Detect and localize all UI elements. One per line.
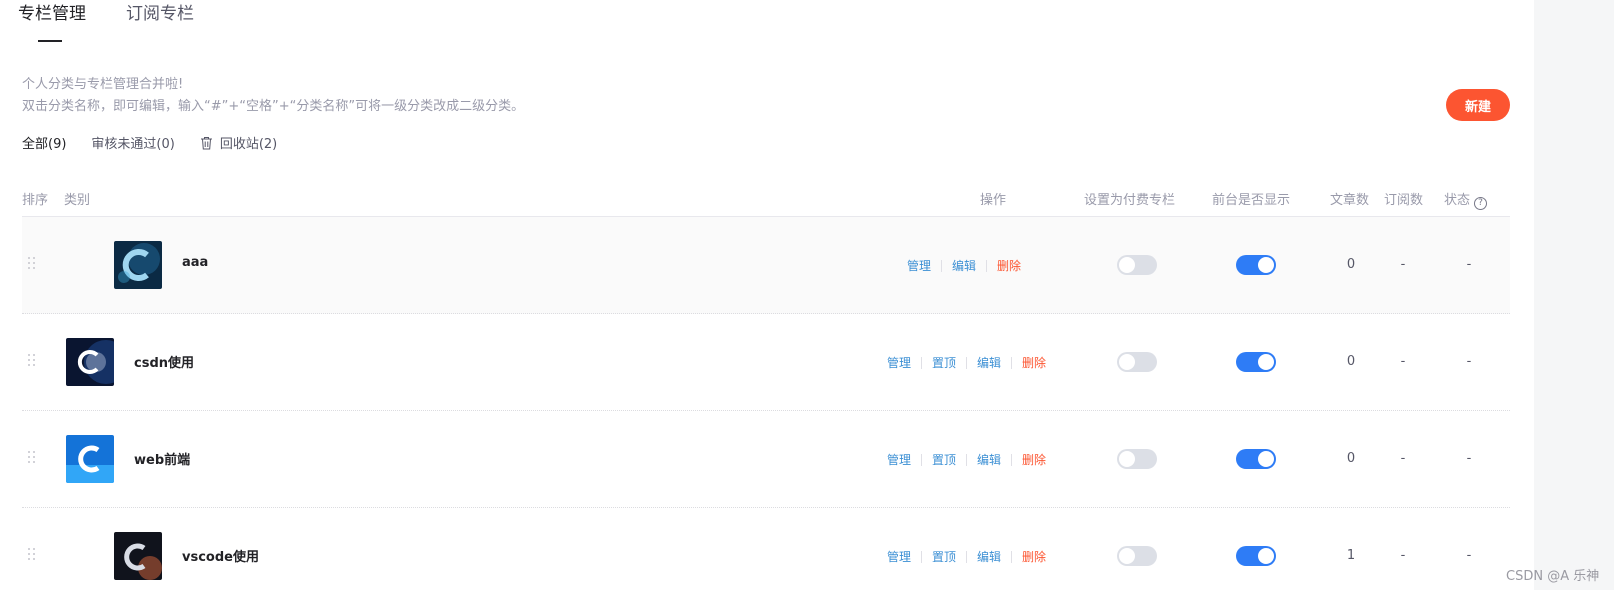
col-status: 状态? [1444, 189, 1488, 210]
filter-bar: 全部(9) 审核未通过(0) 回收站(2) [22, 133, 302, 152]
drag-handle-icon[interactable] [28, 257, 36, 273]
delete-link[interactable]: 删除 [1022, 548, 1046, 565]
subscription-count: - [1400, 548, 1406, 563]
filter-all[interactable]: 全部(9) [22, 133, 66, 152]
tab-bar: 专栏管理 订阅专栏 [18, 2, 234, 42]
subscription-count: - [1400, 257, 1406, 272]
delete-link[interactable]: 删除 [997, 257, 1021, 274]
column-thumbnail [66, 338, 114, 386]
filter-recycle-bin[interactable]: 回收站(2) [200, 133, 277, 152]
paid-column-toggle[interactable] [1117, 255, 1157, 275]
col-status-label: 状态 [1444, 193, 1471, 208]
article-count: 0 [1346, 257, 1356, 272]
subscription-count: - [1400, 354, 1406, 369]
manage-link[interactable]: 管理 [887, 548, 911, 565]
delete-link[interactable]: 删除 [1022, 451, 1046, 468]
column-name[interactable]: vscode使用 [182, 546, 259, 565]
paid-column-toggle[interactable] [1117, 352, 1157, 372]
help-icon[interactable]: ? [1474, 197, 1488, 210]
row-actions: 管理 置顶 编辑 删除 [887, 354, 1046, 371]
column-name[interactable]: aaa [182, 255, 208, 270]
pin-link[interactable]: 置顶 [932, 451, 956, 468]
article-count: 0 [1346, 451, 1356, 466]
manage-link[interactable]: 管理 [907, 257, 931, 274]
drag-handle-icon[interactable] [28, 354, 36, 370]
table-header: 排序 类别 操作 设置为付费专栏 前台是否显示 文章数 订阅数 状态? [22, 185, 1510, 217]
edit-link[interactable]: 编辑 [977, 548, 1001, 565]
column-thumbnail [66, 435, 114, 483]
status-value: - [1466, 257, 1472, 272]
row-actions: 管理 置顶 编辑 删除 [887, 451, 1046, 468]
table-row: web前端 管理 置顶 编辑 删除 0 - - [22, 411, 1510, 508]
edit-link[interactable]: 编辑 [977, 451, 1001, 468]
visible-toggle[interactable] [1236, 449, 1276, 469]
col-subscriptions: 订阅数 [1384, 193, 1424, 208]
column-name[interactable]: web前端 [134, 449, 190, 468]
edit-link[interactable]: 编辑 [952, 257, 976, 274]
status-value: - [1466, 548, 1472, 563]
drag-handle-icon[interactable] [28, 451, 36, 467]
trash-icon [200, 136, 212, 149]
column-name[interactable]: csdn使用 [134, 352, 194, 371]
filter-recycle-bin-label: 回收站(2) [219, 137, 278, 152]
col-category: 类别 [64, 193, 91, 208]
pin-link[interactable]: 置顶 [932, 548, 956, 565]
subscription-count: - [1400, 451, 1406, 466]
notice-line-2: 双击分类名称，即可编辑，输入“#”+“空格”+“分类名称”可将一级分类改成二级分… [22, 99, 525, 114]
column-list: aaa 管理 编辑 删除 0 - - csdn使用 管理 置顶 编辑 删除 0 … [22, 217, 1510, 590]
tab-column-management[interactable]: 专栏管理 [18, 2, 86, 42]
col-paid: 设置为付费专栏 [1084, 193, 1176, 208]
status-value: - [1466, 451, 1472, 466]
status-value: - [1466, 354, 1472, 369]
table-row: vscode使用 管理 置顶 编辑 删除 1 - - [22, 508, 1510, 590]
paid-column-toggle[interactable] [1117, 449, 1157, 469]
manage-link[interactable]: 管理 [887, 354, 911, 371]
col-order: 排序 [22, 193, 49, 208]
row-actions: 管理 编辑 删除 [907, 257, 1021, 274]
notice-line-1: 个人分类与专栏管理合并啦! [22, 77, 184, 92]
watermark: CSDN @A 乐神 [1506, 569, 1600, 584]
column-thumbnail [114, 532, 162, 580]
edit-link[interactable]: 编辑 [977, 354, 1001, 371]
article-count: 1 [1346, 548, 1356, 563]
row-actions: 管理 置顶 编辑 删除 [887, 548, 1046, 565]
delete-link[interactable]: 删除 [1022, 354, 1046, 371]
page-background-gutter [1534, 0, 1614, 590]
paid-column-toggle[interactable] [1117, 546, 1157, 566]
col-actions: 操作 [980, 193, 1007, 208]
manage-link[interactable]: 管理 [887, 451, 911, 468]
table-row: csdn使用 管理 置顶 编辑 删除 0 - - [22, 314, 1510, 411]
pin-link[interactable]: 置顶 [932, 354, 956, 371]
col-visible: 前台是否显示 [1212, 193, 1291, 208]
new-column-button[interactable]: 新建 [1446, 89, 1510, 121]
notice-text: 个人分类与专栏管理合并啦! 双击分类名称，即可编辑，输入“#”+“空格”+“分类… [22, 74, 524, 118]
tab-subscribed-columns[interactable]: 订阅专栏 [126, 2, 194, 40]
column-management-panel: 专栏管理 订阅专栏 个人分类与专栏管理合并啦! 双击分类名称，即可编辑，输入“#… [0, 0, 1534, 590]
article-count: 0 [1346, 354, 1356, 369]
filter-rejected[interactable]: 审核未通过(0) [91, 133, 174, 152]
table-row: aaa 管理 编辑 删除 0 - - [22, 217, 1510, 314]
visible-toggle[interactable] [1236, 255, 1276, 275]
visible-toggle[interactable] [1236, 352, 1276, 372]
column-thumbnail [114, 241, 162, 289]
visible-toggle[interactable] [1236, 546, 1276, 566]
col-articles: 文章数 [1330, 193, 1370, 208]
drag-handle-icon[interactable] [28, 548, 36, 564]
